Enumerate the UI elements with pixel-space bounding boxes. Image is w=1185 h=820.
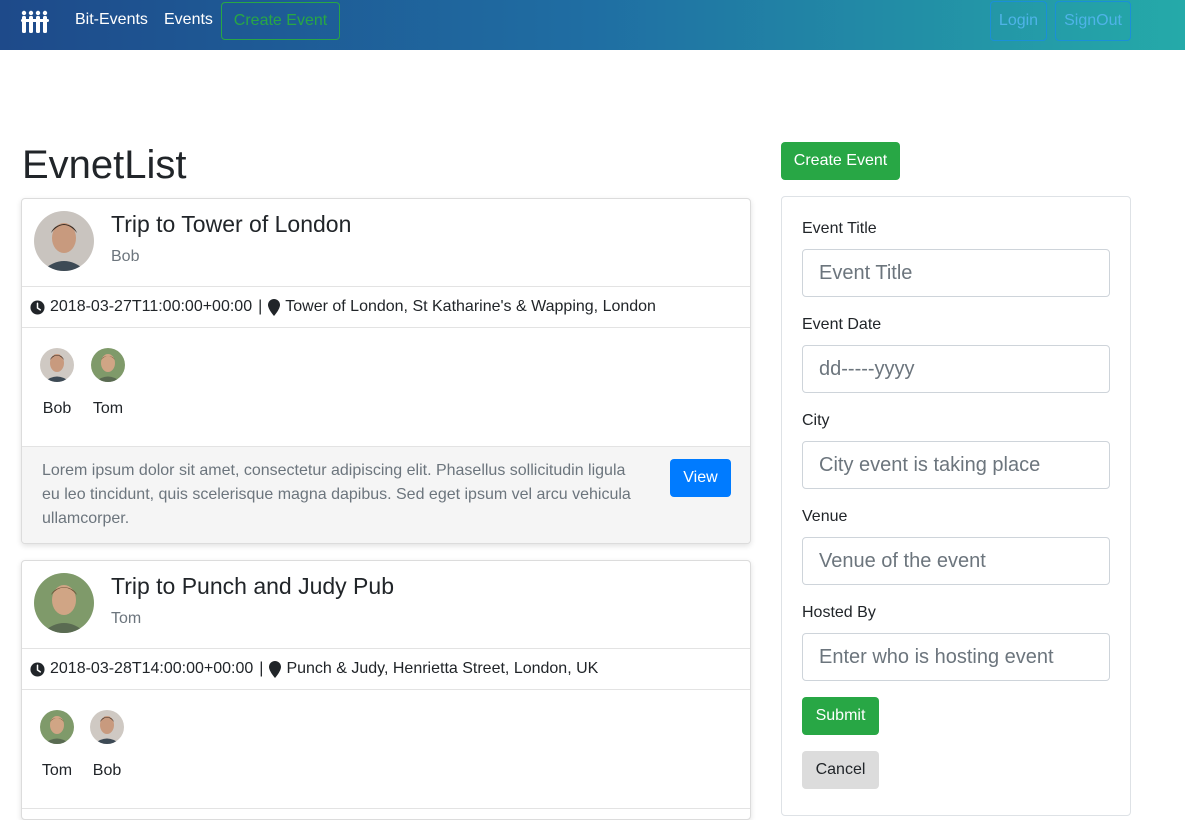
event-host: Tom <box>111 610 142 627</box>
attendee[interactable]: Bob <box>37 348 77 418</box>
event-card: Trip to Tower of London Bob 2018-03-27T1… <box>21 198 751 544</box>
attendee[interactable]: Tom <box>88 348 128 418</box>
event-description: Lorem ipsum dolor sit amet, consectetur … <box>42 462 631 527</box>
attendees-list: Bob Tom <box>22 328 750 447</box>
nav-create-event-button[interactable]: Create Event <box>221 2 340 40</box>
event-meta: 2018-03-27T11:00:00+00:00 | Tower of Lon… <box>22 287 750 328</box>
view-event-button[interactable]: View <box>670 459 731 497</box>
top-navbar: Bit-Events Events Create Event Login Sig… <box>0 0 1185 50</box>
attendees-list: Tom Bob <box>22 690 750 809</box>
cancel-button[interactable]: Cancel <box>802 751 879 789</box>
city-label: City <box>802 412 830 429</box>
event-host: Bob <box>111 248 140 265</box>
signout-button[interactable]: SignOut <box>1055 1 1131 41</box>
event-venue: Tower of London, St Katharine's & Wappin… <box>285 298 656 315</box>
clock-icon <box>30 299 45 315</box>
event-form: Event Title Event Date City Venue Hosted… <box>781 196 1131 816</box>
attendee[interactable]: Bob <box>87 710 127 780</box>
venue-label: Venue <box>802 508 848 525</box>
attendee-avatar <box>40 348 74 382</box>
attendee-name: Tom <box>41 762 73 779</box>
event-card-footer: Lorem ipsum dolor sit amet, consectetur … <box>22 447 750 543</box>
event-card: Trip to Punch and Judy Pub Tom 2018-03-2… <box>21 560 751 820</box>
venue-input[interactable] <box>802 537 1110 585</box>
attendee[interactable]: Tom <box>37 710 77 780</box>
event-card-header: Trip to Punch and Judy Pub Tom <box>22 561 750 649</box>
map-marker-icon <box>268 298 281 316</box>
event-date: 2018-03-28T14:00:00+00:00 <box>50 660 254 677</box>
nav-events-link[interactable]: Events <box>164 11 213 29</box>
submit-button[interactable]: Submit <box>802 697 879 735</box>
event-date-input[interactable] <box>802 345 1110 393</box>
attendee-name: Tom <box>92 400 124 417</box>
create-event-button[interactable]: Create Event <box>781 142 900 180</box>
event-title[interactable]: Trip to Tower of London <box>111 211 351 238</box>
page-title: EvnetList <box>22 143 187 187</box>
attendee-name: Bob <box>42 400 72 417</box>
city-input[interactable] <box>802 441 1110 489</box>
event-title-input[interactable] <box>802 249 1110 297</box>
event-date: 2018-03-27T11:00:00+00:00 <box>50 298 253 315</box>
event-venue: Punch & Judy, Henrietta Street, London, … <box>286 660 599 677</box>
host-avatar <box>34 211 94 271</box>
event-title-label: Event Title <box>802 220 877 237</box>
login-button[interactable]: Login <box>990 1 1047 41</box>
people-logo-icon[interactable] <box>20 10 50 34</box>
event-meta: 2018-03-28T14:00:00+00:00 | Punch & Judy… <box>22 649 750 690</box>
hosted-by-input[interactable] <box>802 633 1110 681</box>
clock-icon <box>30 661 45 677</box>
event-title[interactable]: Trip to Punch and Judy Pub <box>111 573 394 600</box>
attendee-name: Bob <box>92 762 122 779</box>
event-date-label: Event Date <box>802 316 882 333</box>
nav-brand-link[interactable]: Bit-Events <box>75 11 148 29</box>
host-avatar <box>34 573 94 633</box>
attendee-avatar <box>40 710 74 744</box>
hosted-by-label: Hosted By <box>802 604 876 621</box>
map-marker-icon <box>269 660 282 678</box>
event-card-header: Trip to Tower of London Bob <box>22 199 750 287</box>
meta-separator: | <box>259 660 264 677</box>
attendee-avatar <box>90 710 124 744</box>
meta-separator: | <box>258 298 263 315</box>
attendee-avatar <box>91 348 125 382</box>
